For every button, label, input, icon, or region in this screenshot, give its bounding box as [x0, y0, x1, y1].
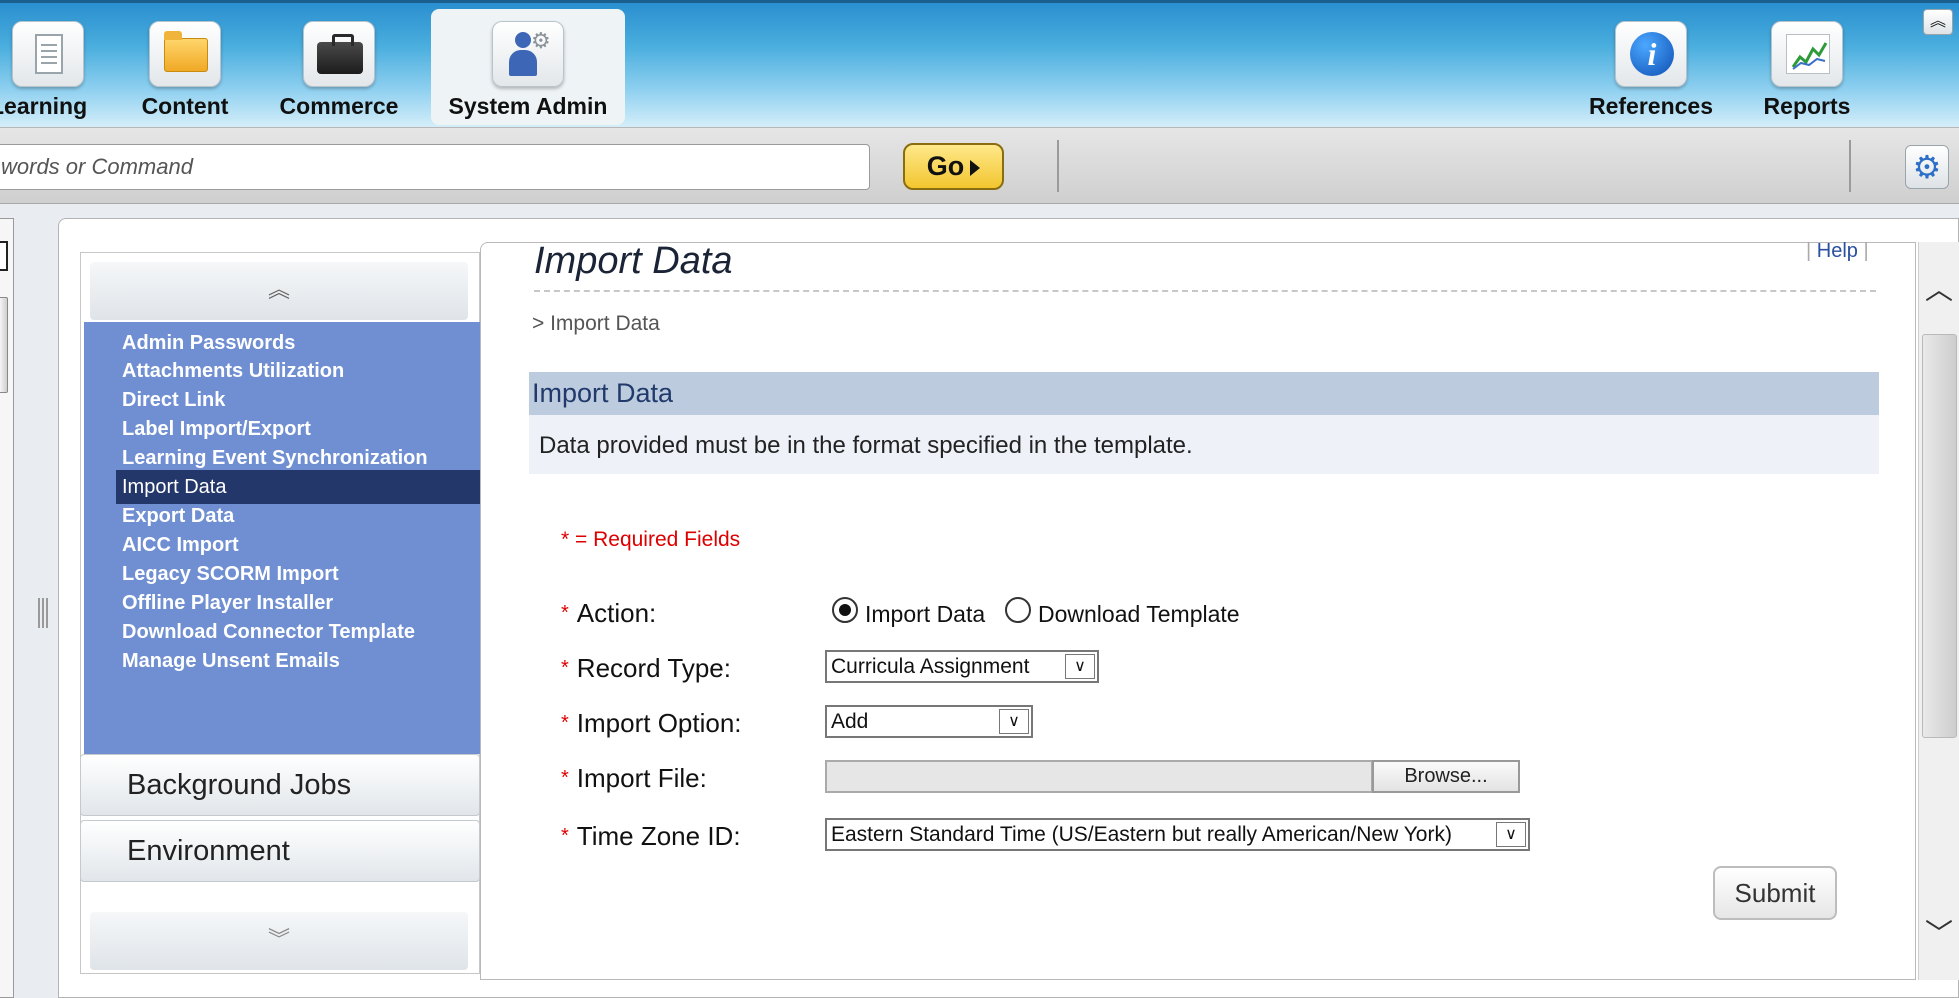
nav-tab-learning[interactable]: Learning — [0, 9, 105, 125]
record-type-label-text: Record Type: — [576, 653, 731, 683]
double-chevron-up-icon: ︽ — [267, 277, 290, 302]
go-button[interactable]: Go — [903, 143, 1004, 190]
import-option-label: * Import Option: — [561, 708, 742, 739]
nav-tab-label: Learning — [0, 93, 88, 119]
top-nav: Learning Content Commerce ⚙ System Admin… — [0, 0, 1959, 127]
import-option-label-text: Import Option: — [576, 708, 742, 738]
breadcrumb: > Import Data — [532, 312, 660, 335]
panel-scroll-thumb[interactable] — [0, 297, 8, 393]
chevron-down-icon[interactable]: ﹀ — [1923, 918, 1955, 950]
import-option-select[interactable]: Add ∨ — [825, 705, 1033, 738]
chevron-up-icon[interactable]: ︿ — [1923, 274, 1955, 306]
panel-resize-grip[interactable] — [38, 598, 48, 628]
nav-tab-content[interactable]: Content — [122, 9, 248, 125]
nav-tab-commerce[interactable]: Commerce — [270, 9, 408, 125]
divider — [1057, 140, 1059, 192]
required-star: * — [561, 712, 569, 734]
double-chevron-down-icon: ︾ — [267, 927, 290, 952]
time-zone-value: Eastern Standard Time (US/Eastern but re… — [831, 823, 1452, 846]
action-radio-download-template[interactable] — [1005, 597, 1031, 623]
settings-gear-button[interactable]: ⚙ — [1905, 145, 1949, 189]
nav-tab-label: Reports — [1763, 93, 1851, 119]
collapse-header-button[interactable]: ︽ — [1923, 9, 1953, 35]
nav-tab-system-admin[interactable]: ⚙ System Admin — [431, 9, 625, 125]
action-radio-import-data-label: Import Data — [865, 601, 986, 627]
panel-checkbox[interactable] — [0, 241, 8, 271]
sidebar-section-environment[interactable]: Environment — [80, 820, 480, 882]
admin-user-gear-icon: ⚙ — [492, 21, 564, 87]
chevron-down-icon: ∨ — [1065, 654, 1095, 679]
divider — [1849, 140, 1851, 192]
search-input[interactable] — [0, 144, 870, 190]
import-file-input[interactable] — [825, 760, 1373, 793]
chevron-down-icon: ∨ — [1496, 822, 1526, 847]
command-bar: Go ⚙ — [0, 127, 1959, 204]
section-header: Import Data — [529, 372, 1879, 415]
required-star: * — [561, 602, 569, 624]
record-type-select[interactable]: Curricula Assignment ∨ — [825, 650, 1099, 683]
chart-icon — [1771, 21, 1843, 87]
nav-tab-reports[interactable]: Reports — [1744, 9, 1870, 125]
action-label: * Action: — [561, 598, 656, 629]
action-label-text: Action: — [576, 598, 657, 628]
required-star: * — [561, 825, 569, 847]
folder-icon — [149, 21, 221, 87]
help-link[interactable]: Help — [1806, 240, 1869, 263]
chevron-down-icon: ∨ — [999, 709, 1029, 734]
scrollbar-thumb[interactable] — [1922, 334, 1957, 738]
required-star: * — [561, 767, 569, 789]
action-radio-import-data[interactable] — [832, 597, 858, 623]
play-arrow-icon — [970, 159, 981, 176]
time-zone-label-text: Time Zone ID: — [576, 821, 741, 851]
import-option-value: Add — [831, 710, 869, 733]
nav-tab-label: System Admin — [448, 93, 608, 119]
submit-button[interactable]: Submit — [1713, 866, 1837, 920]
import-file-label-text: Import File: — [576, 763, 707, 793]
record-type-label: * Record Type: — [561, 653, 731, 684]
record-type-value: Curricula Assignment — [831, 655, 1030, 678]
required-star: * — [561, 657, 569, 679]
content-scrollbar[interactable]: ︿ ﹀ — [1918, 242, 1959, 980]
gear-icon: ⚙ — [1912, 149, 1942, 185]
time-zone-select[interactable]: Eastern Standard Time (US/Eastern but re… — [825, 818, 1530, 851]
nav-tab-label: Commerce — [279, 93, 399, 119]
page-title: Import Data — [534, 240, 733, 282]
sidebar-scroll-up-button[interactable]: ︽ — [90, 262, 468, 320]
sidebar-menu: Admin Passwords Attachments Utilization … — [84, 322, 480, 754]
nav-tab-label: References — [1588, 93, 1714, 119]
briefcase-icon — [303, 21, 375, 87]
sidebar-scroll-down-button[interactable]: ︾ — [90, 912, 468, 970]
action-radio-download-template-label: Download Template — [1038, 601, 1240, 627]
left-collapsed-panel — [0, 218, 14, 998]
browse-button[interactable]: Browse... — [1372, 760, 1520, 793]
nav-tab-references[interactable]: i References — [1575, 9, 1727, 125]
time-zone-label: * Time Zone ID: — [561, 821, 741, 852]
required-fields-note: * = Required Fields — [561, 528, 741, 551]
go-button-label: Go — [926, 151, 965, 181]
sidebar-item-manage-unsent-emails[interactable]: Manage Unsent Emails — [122, 644, 340, 678]
title-divider — [534, 290, 1876, 292]
nav-tab-label: Content — [141, 93, 229, 119]
import-file-label: * Import File: — [561, 763, 707, 794]
double-chevron-up-icon: ︽ — [1929, 13, 1946, 30]
document-icon — [11, 21, 84, 87]
sidebar-section-background-jobs[interactable]: Background Jobs — [80, 754, 480, 816]
info-icon: i — [1615, 21, 1687, 87]
section-description: Data provided must be in the format spec… — [529, 415, 1879, 474]
